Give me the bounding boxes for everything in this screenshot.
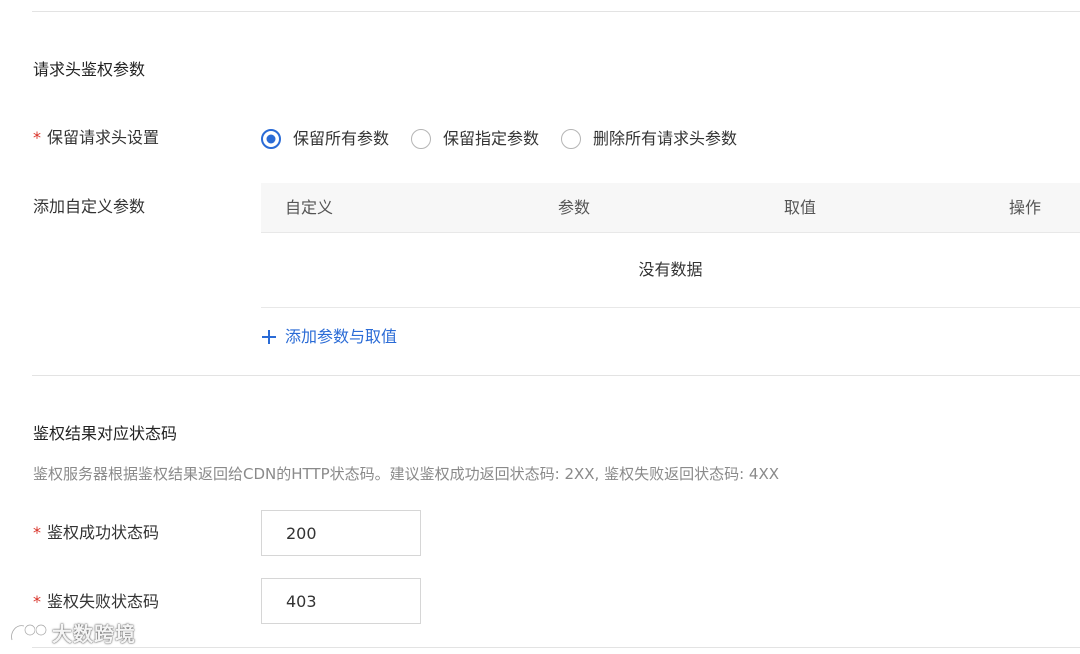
- radio-delete-all-label[interactable]: 删除所有请求头参数: [593, 128, 737, 150]
- fail-code-label-text: 鉴权失败状态码: [47, 592, 160, 611]
- custom-params-table: 自定义 参数 取值 操作 没有数据: [261, 183, 1080, 308]
- keep-header-label-text: 保留请求头设置: [47, 128, 160, 147]
- success-code-label: * 鉴权成功状态码: [33, 522, 159, 544]
- add-param-link[interactable]: 添加参数与取值: [261, 326, 397, 348]
- bottom-divider: [32, 647, 1080, 648]
- add-param-link-text[interactable]: 添加参数与取值: [285, 326, 397, 348]
- column-header-action: 操作: [1009, 198, 1042, 217]
- watermark: 大数跨境: [8, 618, 136, 647]
- empty-state-text: 没有数据: [638, 260, 703, 279]
- top-divider: [32, 11, 1080, 12]
- required-mark: *: [33, 128, 41, 147]
- plus-icon[interactable]: [261, 329, 277, 345]
- radio-delete-all[interactable]: 删除所有请求头参数: [561, 128, 737, 150]
- keep-header-radio-group: 保留所有参数 保留指定参数 删除所有请求头参数: [261, 127, 759, 151]
- section-title-status-codes: 鉴权结果对应状态码: [33, 424, 178, 443]
- column-header-custom: 自定义: [285, 198, 334, 217]
- fail-code-label: * 鉴权失败状态码: [33, 591, 159, 613]
- radio-keep-all[interactable]: 保留所有参数: [261, 128, 389, 150]
- section-divider: [32, 375, 1080, 376]
- radio-unchecked-icon[interactable]: [411, 129, 432, 149]
- radio-unchecked-icon[interactable]: [561, 129, 582, 149]
- radio-keep-all-label[interactable]: 保留所有参数: [293, 128, 389, 150]
- radio-keep-specified[interactable]: 保留指定参数: [411, 128, 539, 150]
- watermark-logo-icon: [10, 623, 48, 640]
- radio-checked-icon[interactable]: [261, 129, 281, 149]
- column-header-param: 参数: [558, 198, 591, 217]
- table-header: 自定义 参数 取值 操作: [261, 183, 1080, 233]
- custom-params-label: 添加自定义参数: [33, 197, 146, 216]
- radio-keep-specified-label[interactable]: 保留指定参数: [443, 128, 539, 150]
- column-header-value: 取值: [784, 198, 817, 217]
- required-mark: *: [33, 523, 41, 542]
- status-codes-description: 鉴权服务器根据鉴权结果返回给CDN的HTTP状态码。建议鉴权成功返回状态码: 2…: [33, 465, 780, 483]
- required-mark: *: [33, 592, 41, 611]
- fail-code-input[interactable]: [261, 578, 421, 624]
- watermark-text: 大数跨境: [52, 622, 136, 646]
- keep-header-label: * 保留请求头设置: [33, 127, 159, 149]
- section-title-header-auth: 请求头鉴权参数: [33, 60, 146, 79]
- success-code-label-text: 鉴权成功状态码: [47, 523, 160, 542]
- success-code-input[interactable]: [261, 510, 421, 556]
- table-empty-row: 没有数据: [261, 233, 1080, 308]
